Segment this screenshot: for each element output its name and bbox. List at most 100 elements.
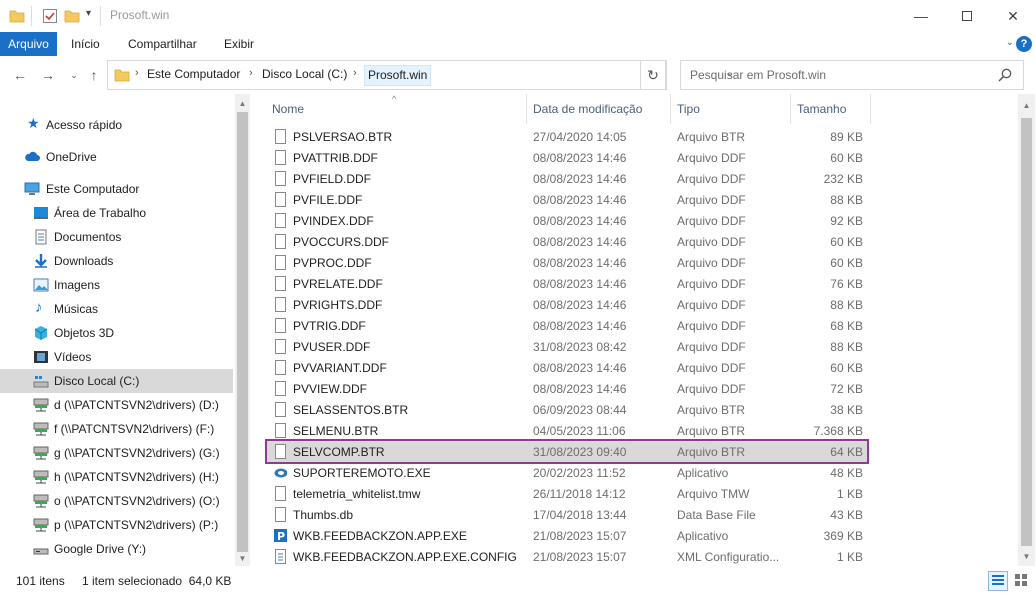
properties-icon[interactable] [42,8,58,24]
recent-locations-button[interactable]: ⌄ [64,65,84,85]
nav-item-onedrive[interactable]: OneDrive [0,145,233,169]
nav-scrollbar-thumb[interactable] [237,112,248,552]
nav-item-google-drive[interactable]: Google Drive (Y:) [0,537,233,561]
file-name: PVRELATE.DDF [293,277,383,291]
breadcrumb-separator[interactable]: › [353,67,357,79]
file-size: 48 KB [830,466,863,480]
file-date: 08/08/2023 14:46 [533,298,627,312]
file-row[interactable]: PVATTRIB.DDF 08/08/2023 14:46 Arquivo DDF 6… [267,147,867,168]
file-icon [275,129,286,144]
file-row[interactable]: PVRIGHTS.DDF 08/08/2023 14:46 Arquivo DDF 8… [267,294,867,315]
file-icon [275,402,286,417]
help-icon[interactable]: ? [1016,36,1032,52]
nav-item-drive-g[interactable]: g (\\PATCNTSVN2\drivers) (G:) [0,441,233,465]
nav-item-label: f (\\PATCNTSVN2\drivers) (F:) [54,422,215,436]
nav-item-disco-local[interactable]: Disco Local (C:) [0,369,233,393]
tab-arquivo[interactable]: Arquivo [0,32,57,56]
breadcrumb-separator[interactable]: › [249,67,253,79]
quick-access-dropdown-icon[interactable]: ▾ [86,8,91,19]
nav-item-imagens[interactable]: Imagens [0,273,233,297]
file-name: SELVCOMP.BTR [293,445,385,459]
nav-item-acesso-rapido[interactable]: ★ Acesso rápido [0,113,233,137]
file-date: 08/08/2023 14:46 [533,214,627,228]
scroll-down-icon[interactable]: ▼ [1019,549,1034,564]
file-row[interactable]: PVFIELD.DDF 08/08/2023 14:46 Arquivo DDF 23… [267,168,867,189]
nav-item-downloads[interactable]: Downloads [0,249,233,273]
file-row[interactable]: PVOCCURS.DDF 08/08/2023 14:46 Arquivo DDF 6… [267,231,867,252]
file-size: 369 KB [823,529,863,543]
file-name: telemetria_whitelist.tmw [293,487,421,501]
scroll-up-icon[interactable]: ▲ [1019,98,1034,113]
computer-icon [24,182,40,195]
breadcrumb-prosoft[interactable]: Prosoft.win [364,65,432,86]
nav-item-objetos-3d[interactable]: Objetos 3D [0,321,233,345]
file-row[interactable]: P WKB.FEEDBACKZON.APP.EXE 21/08/2023 15:07… [267,525,867,546]
back-button[interactable]: ← [10,65,30,85]
file-row[interactable]: PVTRIG.DDF 08/08/2023 14:46 Arquivo DDF 68 … [267,315,867,336]
title-bar: ▾ Prosoft.win — ✕ [0,0,1036,32]
file-type: Arquivo DDF [677,172,746,186]
file-type: Arquivo DDF [677,298,746,312]
column-header-date[interactable]: Data de modificação [533,102,642,116]
scroll-up-icon[interactable]: ▲ [235,96,250,111]
nav-item-drive-f[interactable]: f (\\PATCNTSVN2\drivers) (F:) [0,417,233,441]
column-header-name[interactable]: Nome [272,102,304,116]
nav-item-drive-h[interactable]: h (\\PATCNTSVN2\drivers) (H:) [0,465,233,489]
search-input[interactable]: Pesquisar em Prosoft.win [680,60,1024,90]
tab-exibir[interactable]: Exibir [216,32,262,56]
address-bar[interactable]: › Este Computador › Disco Local (C:) › P… [107,60,734,90]
maximize-button[interactable] [944,0,990,32]
file-row[interactable]: PVVIEW.DDF 08/08/2023 14:46 Arquivo DDF 72 … [267,378,867,399]
file-row[interactable]: PVPROC.DDF 08/08/2023 14:46 Arquivo DDF 60 … [267,252,867,273]
file-list-scrollbar[interactable]: ▲ ▼ [1018,94,1035,566]
breadcrumb-este-computador[interactable]: Este Computador [147,67,240,81]
file-row[interactable]: PVUSER.DDF 31/08/2023 08:42 Arquivo DDF 88 … [267,336,867,357]
nav-item-musicas[interactable]: ♪ Músicas [0,297,233,321]
file-row[interactable]: SUPORTEREMOTO.EXE 20/02/2023 11:52 Aplicat… [267,462,867,483]
breadcrumb-disco-local[interactable]: Disco Local (C:) [262,67,347,81]
column-header-type[interactable]: Tipo [677,102,700,116]
nav-item-este-computador[interactable]: Este Computador [0,177,233,201]
close-button[interactable]: ✕ [990,0,1036,32]
column-header-size[interactable]: Tamanho [797,102,846,116]
nav-item-drive-d[interactable]: d (\\PATCNTSVN2\drivers) (D:) [0,393,233,417]
file-row[interactable]: SELVCOMP.BTR 31/08/2023 09:40 Arquivo BTR 6… [265,439,869,464]
file-row[interactable]: PVVARIANT.DDF 08/08/2023 14:46 Arquivo DDF… [267,357,867,378]
nav-item-videos[interactable]: Vídeos [0,345,233,369]
nav-item-drive-o[interactable]: o (\\PATCNTSVN2\drivers) (O:) [0,489,233,513]
nav-item-drive-p[interactable]: p (\\PATCNTSVN2\drivers) (P:) [0,513,233,537]
scroll-down-icon[interactable]: ▼ [235,551,250,566]
file-row[interactable]: PVRELATE.DDF 08/08/2023 14:46 Arquivo DDF 7… [267,273,867,294]
file-name: PVPROC.DDF [293,256,372,270]
nav-item-label: Área de Trabalho [54,206,147,220]
forward-button[interactable]: → [38,65,58,85]
refresh-button[interactable]: ↻ [640,60,666,90]
tab-compartilhar[interactable]: Compartilhar [120,32,205,56]
file-row[interactable]: SELMENU.BTR 04/05/2023 11:06 Arquivo BTR 7.… [267,420,867,441]
nav-scrollbar[interactable]: ▲ ▼ [235,94,250,566]
file-date: 17/04/2018 13:44 [533,508,627,522]
details-view-button[interactable] [988,571,1008,591]
file-row[interactable]: PVINDEX.DDF 08/08/2023 14:46 Arquivo DDF 92… [267,210,867,231]
breadcrumb-separator[interactable]: › [135,67,139,79]
file-row[interactable]: SELASSENTOS.BTR 06/09/2023 08:44 Arquivo B… [267,399,867,420]
new-folder-icon[interactable] [64,8,80,24]
file-row[interactable]: Thumbs.db 17/04/2018 13:44 Data Base File 4… [267,504,867,525]
minimize-button[interactable]: — [898,0,944,32]
file-row[interactable]: WKB.FEEDBACKZON.APP.EXE.CONFIG 21/08/2023… [267,546,867,567]
navigation-pane: ★ Acesso rápido OneDrive Este Computador… [0,94,250,566]
file-row[interactable]: PVFILE.DDF 08/08/2023 14:46 Arquivo DDF 88 … [267,189,867,210]
up-button[interactable]: ↑ [84,65,104,85]
tab-inicio[interactable]: Início [63,32,108,56]
app-icon: P [274,529,287,543]
remote-support-icon [274,468,287,478]
file-row[interactable]: telemetria_whitelist.tmw 26/11/2018 14:12… [267,483,867,504]
file-row[interactable]: PSLVERSAO.BTR 27/04/2020 14:05 Arquivo BTR… [267,126,867,147]
folder-icon [9,10,25,23]
file-list-scrollbar-thumb[interactable] [1021,118,1032,546]
expand-ribbon-icon[interactable]: ⌄ [1006,37,1014,48]
nav-item-documentos[interactable]: Documentos [0,225,233,249]
large-icons-view-button[interactable] [1012,571,1032,591]
details-view-icon [992,575,1004,585]
nav-item-area-de-trabalho[interactable]: Área de Trabalho [0,201,233,225]
